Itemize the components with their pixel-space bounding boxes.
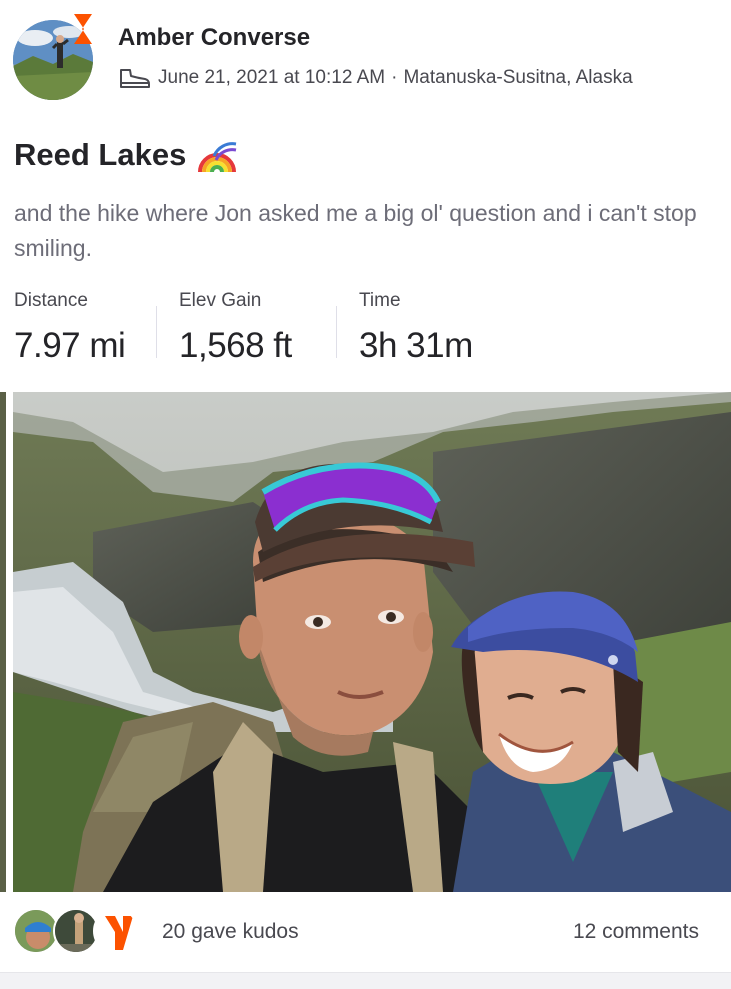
comments-count[interactable]: 12 comments xyxy=(573,920,699,944)
activity-description: and the hike where Jon asked me a big ol… xyxy=(14,200,697,261)
activity-date: June 21, 2021 at 10:12 AM xyxy=(158,67,386,88)
activity-stats: Distance 7.97 mi Elev Gain 1,568 ft Time… xyxy=(0,290,731,370)
activity-footer: 20 gave kudos 12 comments xyxy=(0,892,731,972)
previous-photo-edge[interactable] xyxy=(0,392,6,892)
stat-distance: Distance 7.97 mi xyxy=(14,290,126,366)
activity-photo[interactable] xyxy=(13,392,731,892)
kudos-avatars[interactable] xyxy=(13,908,143,956)
activity-title-row: Reed Lakes xyxy=(14,134,238,176)
shoe-icon xyxy=(120,69,150,88)
stat-value: 1,568 ft xyxy=(179,326,292,365)
stat-time: Time 3h 31m xyxy=(359,290,473,366)
stat-elev-gain: Elev Gain 1,568 ft xyxy=(179,290,292,366)
kudos-count[interactable]: 20 gave kudos xyxy=(162,920,299,944)
kudos-avatar[interactable] xyxy=(93,908,139,954)
activity-location: Matanuska-Susitna, Alaska xyxy=(403,67,633,88)
feed-separator xyxy=(0,972,731,989)
strava-subscriber-badge-icon xyxy=(74,14,92,44)
stat-divider xyxy=(336,306,337,358)
stat-label: Distance xyxy=(14,290,88,311)
activity-meta: June 21, 2021 at 10:12 AM · Matanuska-Su… xyxy=(118,64,633,92)
meta-separator: · xyxy=(391,67,398,88)
stat-divider xyxy=(156,306,157,358)
stat-label: Elev Gain xyxy=(179,290,262,311)
stat-label: Time xyxy=(359,290,401,311)
rainbow-icon xyxy=(198,142,237,173)
activity-header: Amber Converse June 21, 2021 at 10:12 AM… xyxy=(0,0,731,110)
stat-value: 3h 31m xyxy=(359,326,473,365)
photo-carousel[interactable] xyxy=(0,392,731,892)
athlete-name[interactable]: Amber Converse xyxy=(118,24,310,52)
stat-value: 7.97 mi xyxy=(14,326,126,365)
activity-title[interactable]: Reed Lakes xyxy=(14,137,186,173)
